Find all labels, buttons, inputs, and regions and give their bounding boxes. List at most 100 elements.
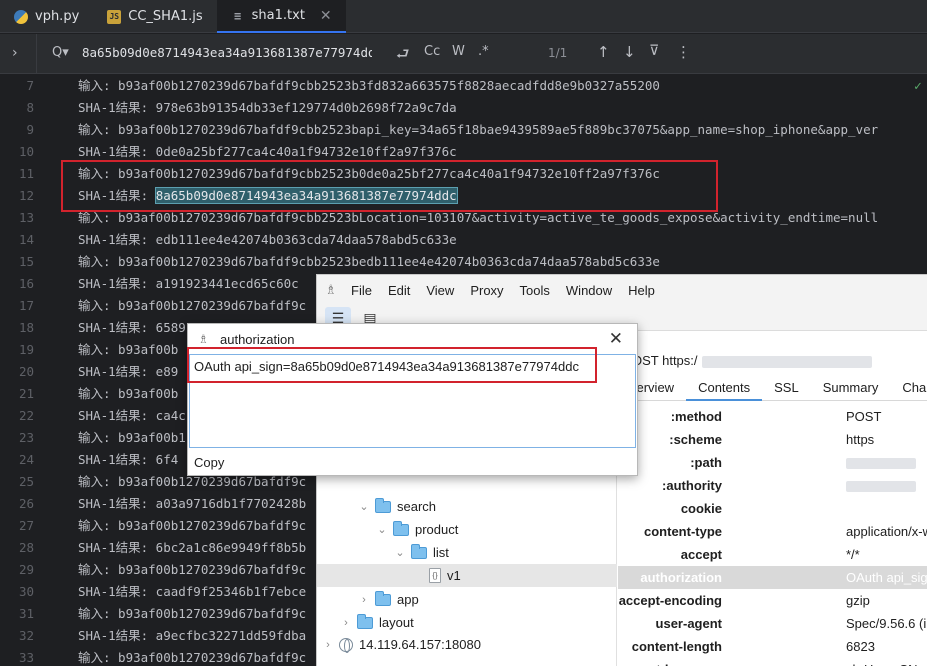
menu-item-tools[interactable]: Tools bbox=[512, 283, 558, 298]
line-number: 21 bbox=[18, 386, 34, 401]
whole-words-toggle[interactable]: W bbox=[452, 44, 465, 59]
menu-item-file[interactable]: File bbox=[343, 283, 380, 298]
arrow-down-icon[interactable]: ↓ bbox=[623, 43, 636, 61]
tree-item-list[interactable]: ⌄ list bbox=[395, 541, 449, 564]
menu-item-view[interactable]: View bbox=[418, 283, 462, 298]
line-text[interactable]: SHA-1结果: edb111ee4e42074b0363cda74daa578… bbox=[78, 229, 457, 251]
line-text[interactable]: 输入: b93af00b1270239d67bafdf9cbb2523bedb1… bbox=[78, 251, 660, 273]
line-text[interactable]: 输入: b93af00b bbox=[78, 339, 178, 361]
chevron-down-icon[interactable]: ⌄ bbox=[395, 546, 405, 559]
header-row[interactable]: :path bbox=[618, 451, 927, 474]
header-row[interactable]: accept */* bbox=[618, 543, 927, 566]
tree-item-search[interactable]: ⌄ search bbox=[359, 495, 436, 518]
popup-title: authorization bbox=[220, 331, 295, 347]
line-text[interactable]: SHA-1结果: ca4c bbox=[78, 405, 186, 427]
chevron-right-icon[interactable]: › bbox=[359, 594, 369, 606]
tab-summary[interactable]: Summary bbox=[811, 375, 891, 401]
line-text[interactable]: SHA-1结果: 978e63b91354db33ef129774d0b2698… bbox=[78, 97, 457, 119]
header-row[interactable]: :authority bbox=[618, 474, 927, 497]
editor-line[interactable]: 14 SHA-1结果: edb111ee4e42074b0363cda74daa5… bbox=[0, 229, 927, 251]
line-text[interactable]: 输入: b93af00b bbox=[78, 383, 178, 405]
line-text[interactable]: SHA-1结果: caadf9f25346b1f7ebce bbox=[78, 581, 306, 603]
header-key: content-length bbox=[631, 639, 722, 654]
line-text[interactable]: 输入: b93af00b1 bbox=[78, 427, 186, 449]
menu-item-proxy[interactable]: Proxy bbox=[462, 283, 511, 298]
newline-icon[interactable]: ⮐ bbox=[396, 44, 410, 69]
line-text[interactable]: SHA-1结果: 6589 bbox=[78, 317, 186, 339]
tab-vph-py[interactable]: vph.py bbox=[0, 0, 93, 33]
tree-item-layout[interactable]: › layout bbox=[341, 611, 414, 634]
chevron-right-icon[interactable]: › bbox=[12, 45, 18, 61]
filter-icon[interactable]: ⊽ bbox=[649, 43, 659, 59]
regex-toggle[interactable]: .* bbox=[478, 44, 489, 59]
line-number: 29 bbox=[18, 562, 34, 577]
redacted-value bbox=[846, 458, 916, 470]
copy-button[interactable]: Copy bbox=[194, 455, 224, 470]
tab-contents[interactable]: Contents bbox=[686, 375, 763, 401]
line-text[interactable]: SHA-1结果: e89 bbox=[78, 361, 178, 383]
line-text[interactable]: SHA-1结果: a9ecfbc32271dd59fdba bbox=[78, 625, 306, 647]
charles-app-icon: ♗ bbox=[198, 332, 209, 346]
match-case-toggle[interactable]: Cc bbox=[424, 44, 440, 59]
more-icon[interactable]: ⋮ bbox=[676, 43, 691, 61]
tree-item-app[interactable]: › app bbox=[359, 588, 419, 611]
header-row[interactable]: authorization OAuth api_sign bbox=[618, 566, 927, 589]
line-text[interactable]: SHA-1结果: 6bc2a1c86e9949ff8b5b bbox=[78, 537, 306, 559]
header-key: cookie bbox=[680, 501, 722, 516]
chevron-down-icon[interactable]: ⌄ bbox=[359, 500, 369, 513]
menu-item-window[interactable]: Window bbox=[558, 283, 620, 298]
line-text[interactable]: SHA-1结果: 6f4 bbox=[78, 449, 178, 471]
line-text[interactable]: 输入: b93af00b1270239d67bafdf9c bbox=[78, 603, 306, 625]
tree-item-14-119-64-157-18080[interactable]: › 14.119.64.157:18080 bbox=[323, 633, 481, 656]
highlight-box bbox=[61, 160, 718, 212]
tab-cc-sha1-js[interactable]: JS CC_SHA1.js bbox=[93, 0, 216, 33]
line-text[interactable]: SHA-1结果: a191923441ecd65c60c bbox=[78, 273, 299, 295]
tree-item-product[interactable]: ⌄ product bbox=[377, 518, 458, 541]
menu-item-edit[interactable]: Edit bbox=[380, 283, 418, 298]
line-number: 30 bbox=[18, 584, 34, 599]
close-icon[interactable]: ✕ bbox=[320, 8, 332, 24]
header-row[interactable]: content-length 6823 bbox=[618, 635, 927, 658]
header-row[interactable]: content-type application/x-w bbox=[618, 520, 927, 543]
tab-sha1-txt[interactable]: ≡ sha1.txt ✕ bbox=[216, 0, 346, 33]
chevron-right-icon[interactable]: › bbox=[341, 617, 351, 629]
tree-item-label: layout bbox=[379, 615, 414, 630]
line-text[interactable]: 输入: b93af00b1270239d67bafdf9cbb2523b3fd8… bbox=[78, 75, 660, 97]
line-text[interactable]: 输入: b93af00b1270239d67bafdf9c bbox=[78, 515, 306, 537]
header-key: :scheme bbox=[669, 432, 722, 447]
editor-line[interactable]: 15 输入: b93af00b1270239d67bafdf9cbb2523bed… bbox=[0, 251, 927, 273]
editor-line[interactable]: 9 输入: b93af00b1270239d67bafdf9cbb2523bapi… bbox=[0, 119, 927, 141]
editor-line[interactable]: 7 输入: b93af00b1270239d67bafdf9cbb2523b3fd… bbox=[0, 75, 927, 97]
line-number: 13 bbox=[18, 210, 34, 225]
header-row[interactable]: :method POST bbox=[618, 405, 927, 428]
line-text[interactable]: 输入: b93af00b1270239d67bafdf9c bbox=[78, 559, 306, 581]
line-number: 25 bbox=[18, 474, 34, 489]
line-text[interactable]: 输入: b93af00b1270239d67bafdf9c bbox=[78, 295, 306, 317]
header-key: accept bbox=[680, 547, 722, 562]
line-number: 9 bbox=[26, 122, 34, 137]
arrow-up-icon[interactable]: ↑ bbox=[597, 43, 610, 61]
request-detail-panel: OST https:/ verview Contents SSL Summary Cha… bbox=[618, 331, 927, 666]
line-text[interactable]: 输入: b93af00b1270239d67bafdf9c bbox=[78, 647, 306, 666]
header-row[interactable]: user-agent Spec/9.56.6 (iP bbox=[618, 612, 927, 635]
tab-ssl[interactable]: SSL bbox=[762, 375, 811, 401]
editor-line[interactable]: 8 SHA-1结果: 978e63b91354db33ef129774d0b269… bbox=[0, 97, 927, 119]
header-row[interactable]: cookie bbox=[618, 497, 927, 520]
charles-app-icon: ♗ bbox=[325, 282, 337, 297]
header-row[interactable]: accept-encoding gzip bbox=[618, 589, 927, 612]
tree-item-v1[interactable]: {} v1 bbox=[317, 564, 617, 587]
header-row[interactable]: :scheme https bbox=[618, 428, 927, 451]
search-icon[interactable]: Q▾ bbox=[52, 45, 69, 60]
folder-icon bbox=[411, 543, 427, 559]
folder-icon bbox=[357, 613, 373, 629]
detail-tabs: verviewContentsSSLSummaryChar bbox=[618, 375, 927, 401]
chevron-right-icon[interactable]: › bbox=[323, 639, 333, 651]
header-row[interactable]: accept-language zh-Hans-CN;q bbox=[618, 658, 927, 666]
search-input[interactable] bbox=[82, 45, 372, 60]
tab-char[interactable]: Char bbox=[890, 375, 927, 401]
close-icon[interactable]: ✕ bbox=[609, 329, 623, 349]
menu-item-help[interactable]: Help bbox=[620, 283, 663, 298]
line-text[interactable]: 输入: b93af00b1270239d67bafdf9cbb2523bapi_… bbox=[78, 119, 878, 141]
chevron-down-icon[interactable]: ⌄ bbox=[377, 523, 387, 536]
line-text[interactable]: SHA-1结果: a03a9716db1f7702428b bbox=[78, 493, 306, 515]
